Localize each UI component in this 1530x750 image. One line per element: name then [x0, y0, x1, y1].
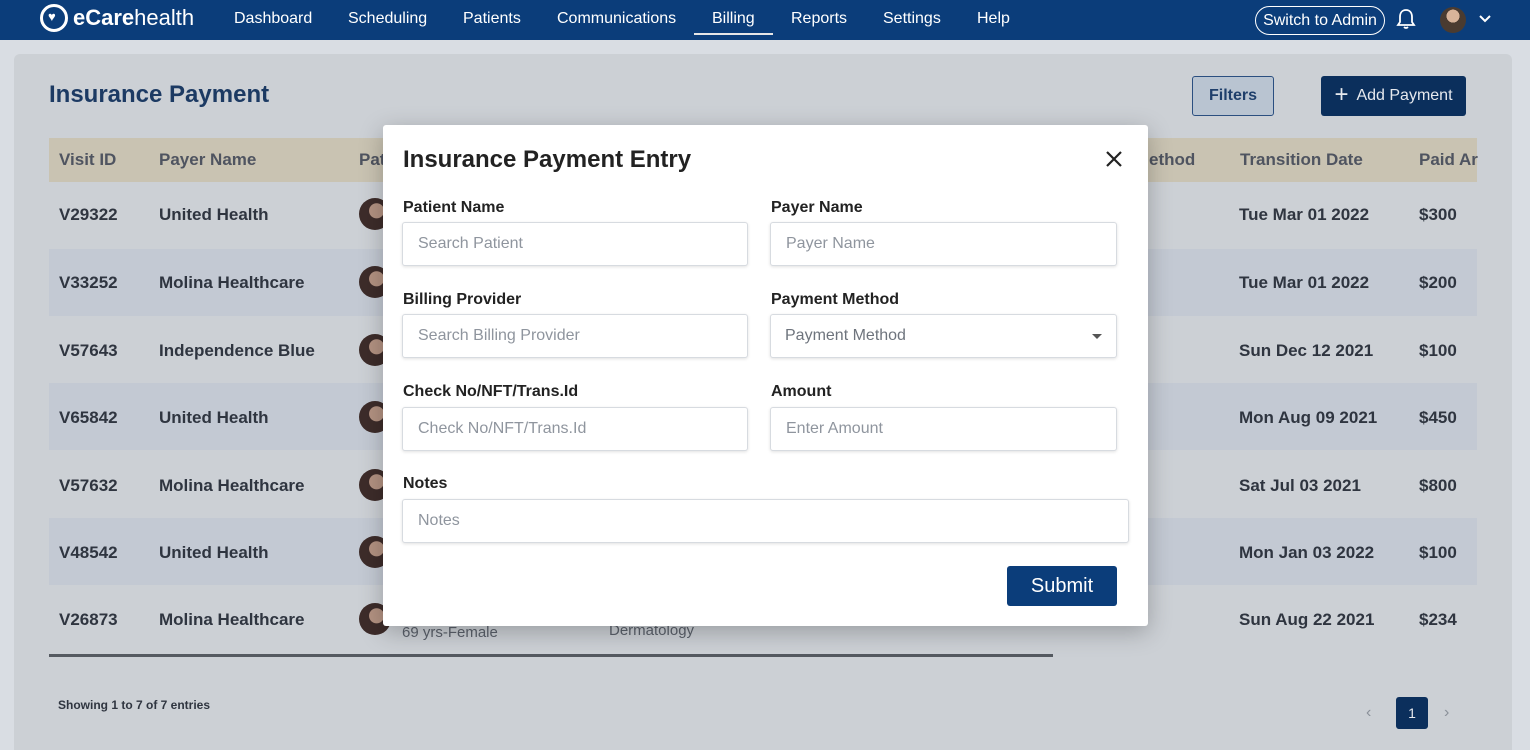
top-nav: eCarehealth Dashboard Scheduling Patient… — [0, 0, 1530, 40]
payer-name-input[interactable] — [771, 223, 1116, 265]
patient-age-gender: 69 yrs-Female — [402, 624, 498, 641]
submit-button[interactable]: Submit — [1007, 566, 1117, 606]
nav-settings[interactable]: Settings — [883, 10, 941, 28]
nav-patients[interactable]: Patients — [463, 10, 521, 28]
chevron-right-icon[interactable]: › — [1444, 704, 1449, 722]
active-nav-indicator — [694, 33, 773, 35]
patient-name-field[interactable] — [402, 222, 748, 266]
brand-name: eCarehealth — [73, 5, 195, 30]
insurance-payment-modal: Insurance Payment Entry Patient Name Pay… — [383, 125, 1148, 626]
paid-amount: $300 — [1419, 205, 1457, 224]
payment-method-select[interactable]: Payment Method — [770, 314, 1117, 358]
check-number-label: Check No/NFT/Trans.Id — [403, 383, 579, 400]
switch-to-admin-button[interactable]: Switch to Admin — [1255, 6, 1385, 35]
visit-id: V48542 — [59, 543, 118, 562]
col-paid-amount[interactable]: Paid Ar — [1419, 150, 1478, 170]
visit-id: V57643 — [59, 341, 118, 360]
filters-button[interactable]: Filters — [1192, 76, 1274, 116]
patient-search-input[interactable] — [403, 223, 747, 265]
col-payment-method[interactable]: ethod — [1149, 150, 1195, 170]
billing-provider-label: Billing Provider — [403, 291, 522, 308]
col-visit-id[interactable]: Visit ID — [59, 150, 116, 170]
billing-provider-input[interactable] — [403, 315, 747, 357]
visit-id: V65842 — [59, 408, 118, 427]
notes-input[interactable] — [403, 500, 1128, 542]
brand-logo[interactable]: eCarehealth — [40, 2, 194, 34]
close-icon[interactable] — [1105, 150, 1123, 168]
transition-date: Tue Mar 01 2022 — [1239, 205, 1370, 224]
payment-method-label: Payment Method — [771, 291, 900, 308]
amount-label: Amount — [771, 383, 832, 400]
paid-amount: $450 — [1419, 408, 1457, 427]
transition-date: Tue Mar 01 2022 — [1239, 273, 1370, 292]
transition-date: Sun Dec 12 2021 — [1239, 341, 1374, 360]
plus-icon: + — [1334, 81, 1349, 108]
nav-reports[interactable]: Reports — [791, 10, 847, 28]
add-payment-button[interactable]: + Add Payment — [1321, 76, 1466, 116]
nav-dashboard[interactable]: Dashboard — [234, 10, 312, 28]
transition-date: Sat Jul 03 2021 — [1239, 476, 1361, 495]
chevron-down-icon[interactable] — [1478, 12, 1492, 26]
visit-id: V57632 — [59, 476, 118, 495]
transition-date: Mon Aug 09 2021 — [1239, 408, 1378, 427]
heart-logo-icon — [40, 4, 68, 32]
paid-amount: $800 — [1419, 476, 1457, 495]
page-title: Insurance Payment — [49, 81, 270, 108]
payer-name-field[interactable] — [770, 222, 1117, 266]
paid-amount: $100 — [1419, 543, 1457, 562]
paid-amount: $100 — [1419, 341, 1457, 360]
modal-title: Insurance Payment Entry — [403, 146, 692, 173]
col-patient[interactable]: Pat — [359, 150, 385, 170]
bell-icon[interactable] — [1396, 8, 1416, 30]
paid-amount: $234 — [1419, 610, 1457, 629]
col-payer-name[interactable]: Payer Name — [159, 150, 256, 170]
nav-communications[interactable]: Communications — [557, 10, 676, 28]
payer-name: United Health — [159, 205, 269, 224]
nav-billing[interactable]: Billing — [712, 10, 755, 28]
horizontal-scrollbar[interactable] — [49, 654, 1053, 657]
nav-scheduling[interactable]: Scheduling — [348, 10, 427, 28]
amount-input[interactable] — [771, 408, 1116, 450]
payer-name-label: Payer Name — [771, 199, 863, 216]
paid-amount: $200 — [1419, 273, 1457, 292]
col-transition-date[interactable]: Transition Date — [1240, 150, 1363, 170]
caret-down-icon[interactable] — [1092, 334, 1102, 339]
payment-method-value: Payment Method — [785, 327, 906, 344]
payer-name: United Health — [159, 408, 269, 427]
notes-field[interactable] — [402, 499, 1129, 543]
visit-id: V29322 — [59, 205, 118, 224]
nav-help[interactable]: Help — [977, 10, 1010, 28]
add-payment-label: Add Payment — [1356, 87, 1453, 104]
transition-date: Mon Jan 03 2022 — [1239, 543, 1375, 562]
chevron-left-icon[interactable]: ‹ — [1366, 704, 1371, 722]
payer-name: Independence Blue — [159, 341, 315, 360]
transition-date: Sun Aug 22 2021 — [1239, 610, 1375, 629]
check-number-input[interactable] — [403, 408, 747, 450]
check-number-field[interactable] — [402, 407, 748, 451]
entries-summary: Showing 1 to 7 of 7 entries — [58, 698, 211, 712]
patient-name-label: Patient Name — [403, 199, 505, 216]
billing-provider-field[interactable] — [402, 314, 748, 358]
page-number-button[interactable]: 1 — [1396, 697, 1428, 729]
payer-name: Molina Healthcare — [159, 476, 305, 495]
avatar[interactable] — [1440, 7, 1466, 33]
payer-name: Molina Healthcare — [159, 273, 305, 292]
payer-name: United Health — [159, 543, 269, 562]
visit-id: V26873 — [59, 610, 118, 629]
payer-name: Molina Healthcare — [159, 610, 305, 629]
notes-label: Notes — [403, 475, 448, 492]
amount-field[interactable] — [770, 407, 1117, 451]
visit-id: V33252 — [59, 273, 118, 292]
